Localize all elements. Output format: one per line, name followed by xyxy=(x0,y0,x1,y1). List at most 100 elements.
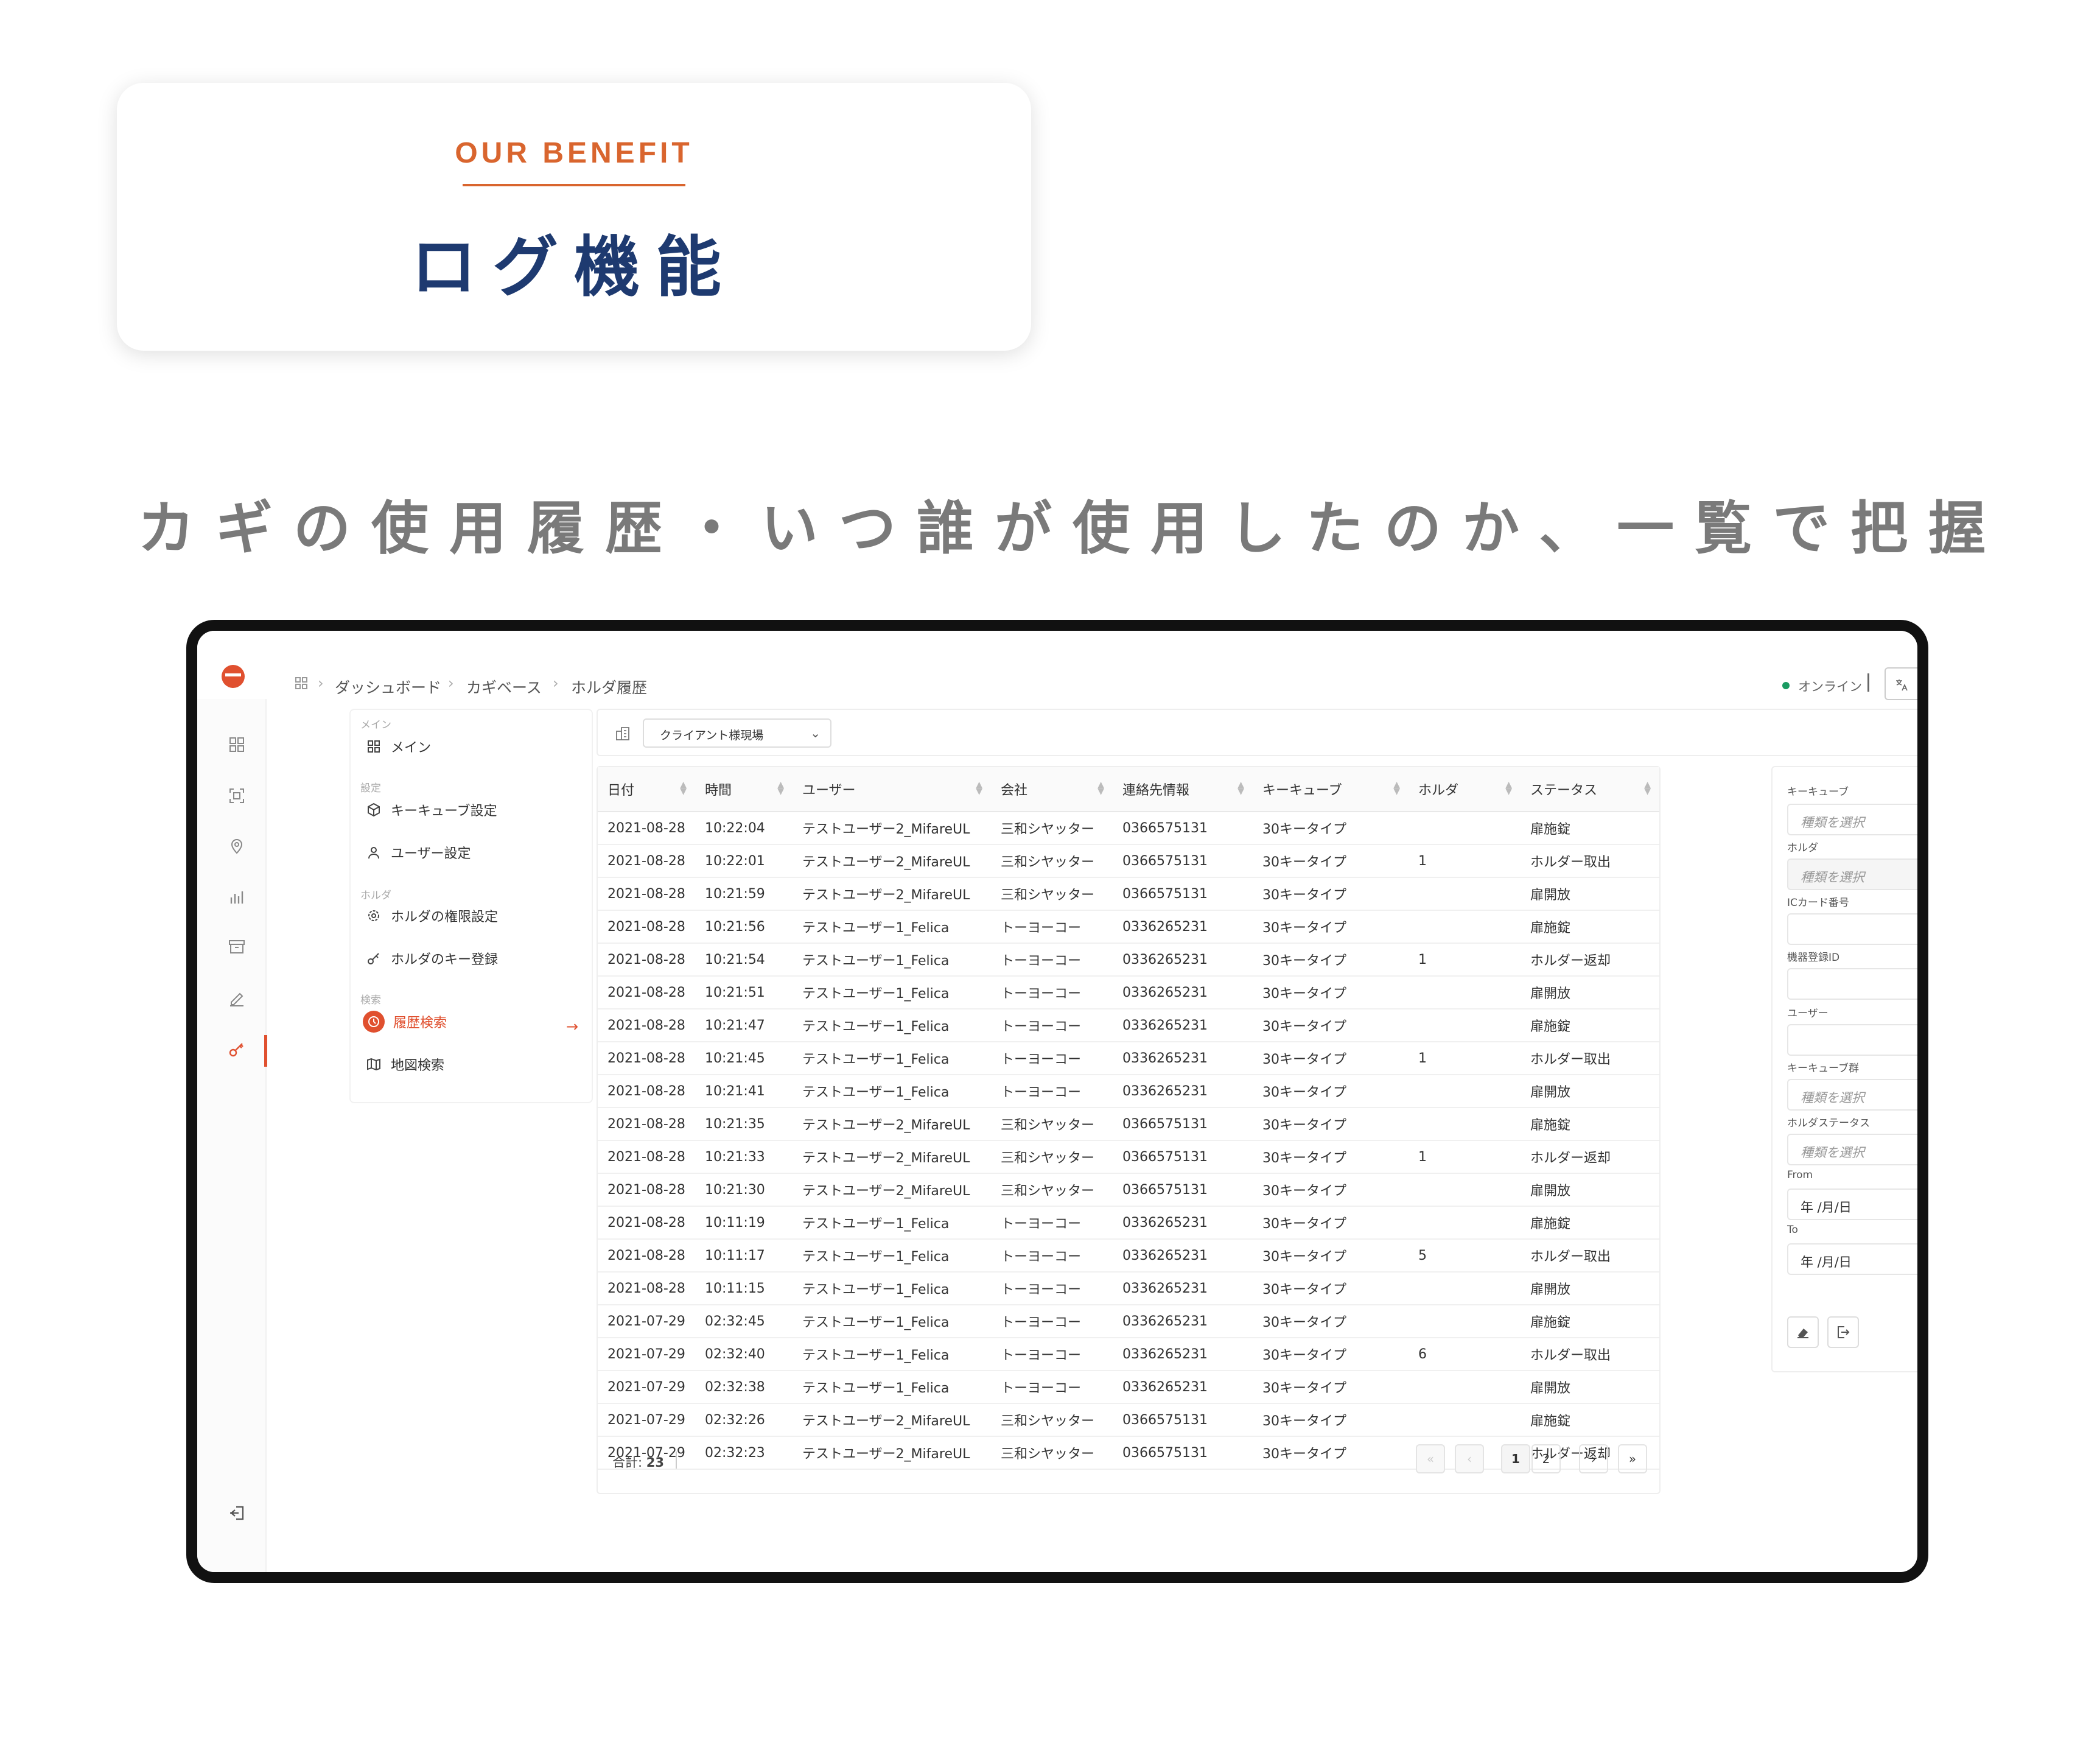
table-row[interactable]: 2021-08-28 10:21:51 テストユーザー1_Felica トーヨーコー 0… xyxy=(598,976,1659,1009)
breadcrumb-item[interactable]: ダッシュボード xyxy=(335,676,441,698)
table-row[interactable]: 2021-08-28 10:21:30 テストユーザー2_MifareUL 三和シヤッ… xyxy=(598,1173,1659,1207)
menu-item-holder-permissions[interactable]: ホルダの権限設定 xyxy=(366,906,498,925)
from-date-input[interactable]: 年 /月/日 xyxy=(1787,1188,1917,1220)
table-cell xyxy=(1409,1075,1521,1108)
export-button[interactable] xyxy=(1827,1316,1859,1348)
keycube-select[interactable]: 種類を選択 xyxy=(1787,804,1917,835)
table-row[interactable]: 2021-07-29 02:32:23 テストユーザー2_MifareUL 三和シヤッ… xyxy=(598,1436,1659,1470)
table-cell: 扉施錠 xyxy=(1521,812,1659,845)
table-row[interactable]: 2021-08-28 10:22:04 テストユーザー2_MifareUL 三和シヤッ… xyxy=(598,812,1659,845)
table-row[interactable]: 2021-08-28 10:21:35 テストユーザー2_MifareUL 三和シヤッ… xyxy=(598,1108,1659,1141)
translate-icon[interactable] xyxy=(1885,667,1917,700)
user-input[interactable] xyxy=(1787,1024,1917,1056)
sort-icon[interactable]: ▲ ▼ xyxy=(1237,781,1244,796)
pagination-last-button[interactable]: » xyxy=(1618,1444,1647,1473)
pagination-next-button[interactable]: › xyxy=(1579,1444,1608,1473)
table-row[interactable]: 2021-08-28 10:21:45 テストユーザー1_Felica トーヨーコー 0… xyxy=(598,1042,1659,1075)
column-header[interactable]: 会社 ▲ ▼ xyxy=(991,767,1113,812)
table-row[interactable]: 2021-08-28 10:22:01 テストユーザー2_MifareUL 三和シヤッ… xyxy=(598,844,1659,878)
clear-filter-button[interactable] xyxy=(1787,1316,1819,1348)
dashboard-icon[interactable] xyxy=(228,736,246,754)
menu-item-user-settings[interactable]: ユーザー設定 xyxy=(366,843,471,862)
column-header[interactable]: 時間 ▲ ▼ xyxy=(695,767,793,812)
menu-item-main[interactable]: メイン xyxy=(366,737,431,756)
table-cell: 6 xyxy=(1409,1338,1521,1371)
chart-icon[interactable] xyxy=(228,888,246,906)
menu-item-label: 履歴検索 xyxy=(393,1016,447,1031)
column-header[interactable]: 日付 ▲ ▼ xyxy=(598,767,695,812)
holder-select[interactable]: 種類を選択 xyxy=(1787,858,1917,890)
export-icon xyxy=(1838,1326,1850,1338)
site-select[interactable]: クライアント様現場 ⌄ xyxy=(643,718,831,748)
sort-icon[interactable]: ▲ ▼ xyxy=(1644,781,1651,796)
table-cell: 0336265231 xyxy=(1113,1305,1253,1338)
eraser-icon xyxy=(1797,1329,1808,1338)
table-row[interactable]: 2021-08-28 10:11:17 テストユーザー1_Felica トーヨーコー 0… xyxy=(598,1239,1659,1273)
table-row[interactable]: 2021-08-28 10:21:47 テストユーザー1_Felica トーヨーコー 0… xyxy=(598,1009,1659,1042)
sort-icon[interactable]: ▲ ▼ xyxy=(976,781,982,796)
table-cell: 2021-08-28 xyxy=(598,1206,695,1240)
table-cell: 10:22:04 xyxy=(695,812,793,845)
keycube-group-select[interactable]: 種類を選択 xyxy=(1787,1079,1917,1111)
menu-item-history-search[interactable]: 履歴検索 xyxy=(363,1011,447,1033)
table-cell: 2021-08-28 xyxy=(598,812,695,845)
table-cell: 扉施錠 xyxy=(1521,1009,1659,1042)
key-icon[interactable] xyxy=(228,1040,246,1058)
scan-icon[interactable] xyxy=(228,787,246,805)
sort-icon[interactable]: ▲ ▼ xyxy=(680,781,687,796)
sort-icon[interactable]: ▲ ▼ xyxy=(1097,781,1104,796)
column-header[interactable]: 連絡先情報 ▲ ▼ xyxy=(1113,767,1253,812)
logout-icon[interactable] xyxy=(228,1504,246,1522)
app-screen: › ダッシュボード › カギベース › ホルダ履歴 オンライン メイン メイン … xyxy=(197,631,1917,1572)
menu-item-map-search[interactable]: 地図検索 xyxy=(366,1055,444,1074)
column-header[interactable]: ホルダ ▲ ▼ xyxy=(1409,767,1521,812)
table-cell: 0336265231 xyxy=(1113,976,1253,1009)
table-row[interactable]: 2021-08-28 10:11:19 テストユーザー1_Felica トーヨーコー 0… xyxy=(598,1206,1659,1240)
table-cell: 三和シヤッター xyxy=(991,812,1113,845)
edit-icon[interactable] xyxy=(228,989,246,1007)
holder-status-select[interactable]: 種類を選択 xyxy=(1787,1134,1917,1165)
table-row[interactable]: 2021-08-28 10:21:59 テストユーザー2_MifareUL 三和シヤッ… xyxy=(598,877,1659,911)
table-row[interactable]: 2021-07-29 02:32:38 テストユーザー1_Felica トーヨーコー 0… xyxy=(598,1371,1659,1404)
menu-item-keycube-settings[interactable]: キーキューブ設定 xyxy=(366,800,497,820)
tagline: カギの使用履歴・いつ誰が使用したのか、一覧で把握 xyxy=(138,496,2007,562)
map-icon xyxy=(366,1057,381,1072)
table-row[interactable]: 2021-08-28 10:21:54 テストユーザー1_Felica トーヨーコー 0… xyxy=(598,943,1659,977)
archive-icon[interactable] xyxy=(228,938,246,956)
table-cell: トーヨーコー xyxy=(991,1338,1113,1371)
table-row[interactable]: 2021-08-28 10:11:15 テストユーザー1_Felica トーヨーコー 0… xyxy=(598,1272,1659,1305)
breadcrumb-home-icon[interactable] xyxy=(295,676,308,693)
table-row[interactable]: 2021-08-28 10:21:41 テストユーザー1_Felica トーヨーコー 0… xyxy=(598,1075,1659,1108)
breadcrumb-item[interactable]: カギベース xyxy=(466,676,542,698)
table-row[interactable]: 2021-07-29 02:32:45 テストユーザー1_Felica トーヨーコー 0… xyxy=(598,1305,1659,1338)
breadcrumb-separator: › xyxy=(318,675,324,692)
sort-icon[interactable]: ▲ ▼ xyxy=(777,781,784,796)
location-icon[interactable] xyxy=(228,837,246,855)
table-row[interactable]: 2021-07-29 02:32:26 テストユーザー2_MifareUL 三和シヤッ… xyxy=(598,1403,1659,1437)
column-header[interactable]: ユーザー ▲ ▼ xyxy=(793,767,991,812)
app-logo[interactable] xyxy=(222,665,245,688)
clock-icon xyxy=(363,1011,385,1033)
table-cell: 30キータイプ xyxy=(1253,1338,1409,1371)
column-header[interactable]: キーキューブ ▲ ▼ xyxy=(1253,767,1409,812)
column-header[interactable]: ステータス ▲ ▼ xyxy=(1521,767,1659,812)
pagination-first-button[interactable]: « xyxy=(1416,1444,1445,1473)
table-row[interactable]: 2021-08-28 10:21:56 テストユーザー1_Felica トーヨーコー 0… xyxy=(598,910,1659,944)
table-cell: 10:21:59 xyxy=(695,877,793,911)
pagination-page-1[interactable]: 1 xyxy=(1501,1444,1530,1473)
pagination-prev-button[interactable]: ‹ xyxy=(1455,1444,1484,1473)
to-date-input[interactable]: 年 /月/日 xyxy=(1787,1243,1917,1275)
iccard-input[interactable] xyxy=(1787,913,1917,945)
sort-icon[interactable]: ▲ ▼ xyxy=(1393,781,1400,796)
app-topbar: › ダッシュボード › カギベース › ホルダ履歴 オンライン xyxy=(197,631,1917,700)
menu-item-holder-key-register[interactable]: ホルダのキー登録 xyxy=(366,949,498,968)
device-id-input[interactable] xyxy=(1787,968,1917,1000)
table-cell: 三和シヤッター xyxy=(991,1140,1113,1174)
table-cell: 扉施錠 xyxy=(1521,1206,1659,1240)
table-row[interactable]: 2021-08-28 10:21:33 テストユーザー2_MifareUL 三和シヤッ… xyxy=(598,1140,1659,1174)
table-row[interactable]: 2021-07-29 02:32:40 テストユーザー1_Felica トーヨーコー 0… xyxy=(598,1338,1659,1371)
pagination-page-2[interactable]: 2 xyxy=(1531,1444,1561,1473)
table-cell: テストユーザー2_MifareUL xyxy=(793,1140,991,1174)
sort-icon[interactable]: ▲ ▼ xyxy=(1505,781,1512,796)
filter-panel: キーキューブ 種類を選択 ホルダ 種類を選択 ICカード番号 機器登録ID ユー… xyxy=(1771,766,1917,1372)
